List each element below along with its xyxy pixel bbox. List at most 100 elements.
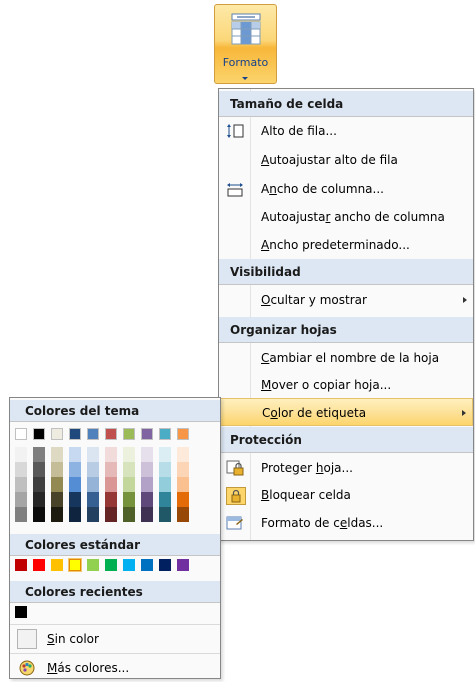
menu-item-autoajustar-alto[interactable]: Autoajustar alto de fila (219, 146, 473, 174)
shade-swatch[interactable] (141, 462, 153, 477)
shade-swatch[interactable] (123, 492, 135, 507)
shade-swatch[interactable] (159, 447, 171, 462)
menu-item-ancho-predeterminado[interactable]: Ancho predeterminado... (219, 231, 473, 259)
shade-swatch[interactable] (51, 462, 63, 477)
theme-color-swatch[interactable] (123, 428, 135, 440)
shade-swatch[interactable] (87, 477, 99, 492)
shade-swatch[interactable] (87, 462, 99, 477)
shade-swatch[interactable] (123, 462, 135, 477)
shade-swatch[interactable] (69, 462, 81, 477)
no-color-button[interactable]: Sin color (10, 625, 220, 653)
menu-item-ocultar-mostrar[interactable]: Ocultar y mostrar (219, 286, 473, 314)
shade-swatch[interactable] (123, 507, 135, 522)
shade-swatch[interactable] (177, 492, 189, 507)
shade-swatch[interactable] (177, 507, 189, 522)
menu-item-label: Bloquear celda (261, 488, 351, 502)
shade-swatch[interactable] (51, 447, 63, 462)
theme-color-swatch[interactable] (141, 428, 153, 440)
standard-color-swatch[interactable] (68, 558, 82, 572)
standard-color-swatch[interactable] (123, 559, 135, 571)
shade-swatch[interactable] (141, 492, 153, 507)
shade-swatch[interactable] (51, 492, 63, 507)
shade-swatch[interactable] (87, 492, 99, 507)
formato-button[interactable]: Formato (214, 4, 277, 84)
shade-column (87, 447, 99, 522)
shade-swatch[interactable] (123, 477, 135, 492)
menu-item-cambiar-nombre[interactable]: Cambiar el nombre de la hoja (219, 344, 473, 372)
shade-swatch[interactable] (15, 507, 27, 522)
shade-swatch[interactable] (15, 492, 27, 507)
theme-color-swatch[interactable] (69, 428, 81, 440)
color-palette-icon (19, 660, 35, 676)
shade-swatch[interactable] (159, 462, 171, 477)
recent-color-swatch[interactable] (15, 606, 27, 618)
shade-swatch[interactable] (33, 447, 45, 462)
shade-swatch[interactable] (15, 447, 27, 462)
standard-color-swatch[interactable] (15, 559, 27, 571)
section-header-visibilidad: Visibilidad (219, 259, 473, 285)
shade-swatch[interactable] (177, 462, 189, 477)
theme-color-swatch[interactable] (177, 428, 189, 440)
menu-item-alto-fila[interactable]: Alto de fila... (219, 117, 473, 145)
theme-shades-grid (15, 447, 189, 522)
shade-swatch[interactable] (33, 492, 45, 507)
standard-color-swatch[interactable] (87, 559, 99, 571)
column-width-icon (227, 183, 243, 197)
shade-swatch[interactable] (105, 492, 117, 507)
theme-color-swatch[interactable] (51, 428, 63, 440)
theme-color-swatch[interactable] (87, 428, 99, 440)
shade-swatch[interactable] (105, 477, 117, 492)
menu-item-proteger-hoja[interactable]: Proteger hoja... (219, 454, 473, 482)
theme-color-swatch[interactable] (33, 428, 45, 440)
more-colors-button[interactable]: Más colores... (10, 654, 220, 682)
shade-swatch[interactable] (87, 447, 99, 462)
shade-swatch[interactable] (159, 492, 171, 507)
shade-swatch[interactable] (69, 477, 81, 492)
standard-color-swatch[interactable] (141, 559, 153, 571)
shade-swatch[interactable] (177, 447, 189, 462)
shade-swatch[interactable] (105, 462, 117, 477)
menu-item-color-etiqueta[interactable]: Color de etiqueta (219, 398, 473, 426)
menu-item-ancho-columna[interactable]: Ancho de columna... (219, 175, 473, 203)
shade-column (15, 447, 27, 522)
section-header-tamano: Tamaño de celda (219, 91, 473, 117)
menu-item-autoajustar-ancho[interactable]: Autoajustar ancho de columna (219, 203, 473, 231)
theme-color-swatch[interactable] (159, 428, 171, 440)
standard-color-swatch[interactable] (51, 559, 63, 571)
theme-color-swatch[interactable] (105, 428, 117, 440)
shade-swatch[interactable] (69, 447, 81, 462)
shade-column (105, 447, 117, 522)
menu-item-mover-copiar[interactable]: Mover o copiar hoja... (219, 371, 473, 399)
shade-swatch[interactable] (87, 507, 99, 522)
standard-color-swatch[interactable] (33, 559, 45, 571)
no-color-swatch-icon (17, 629, 37, 649)
theme-color-swatch[interactable] (15, 428, 27, 440)
shade-swatch[interactable] (51, 507, 63, 522)
shade-swatch[interactable] (177, 477, 189, 492)
standard-color-swatch[interactable] (159, 559, 171, 571)
shade-column (69, 447, 81, 522)
standard-color-swatch[interactable] (105, 559, 117, 571)
menu-item-formato-celdas[interactable]: Formato de celdas... (219, 509, 473, 537)
shade-swatch[interactable] (33, 462, 45, 477)
format-cells-dialog-icon (226, 516, 243, 530)
shade-swatch[interactable] (105, 507, 117, 522)
shade-swatch[interactable] (33, 477, 45, 492)
menu-item-bloquear-celda[interactable]: Bloquear celda (219, 481, 473, 509)
formato-label: Formato (222, 56, 269, 69)
shade-swatch[interactable] (123, 447, 135, 462)
shade-swatch[interactable] (15, 462, 27, 477)
shade-swatch[interactable] (141, 477, 153, 492)
shade-swatch[interactable] (159, 507, 171, 522)
shade-swatch[interactable] (159, 477, 171, 492)
shade-swatch[interactable] (141, 447, 153, 462)
shade-swatch[interactable] (69, 492, 81, 507)
standard-color-swatch[interactable] (177, 559, 189, 571)
shade-swatch[interactable] (141, 507, 153, 522)
shade-swatch[interactable] (51, 477, 63, 492)
shade-swatch[interactable] (105, 447, 117, 462)
shade-swatch[interactable] (33, 507, 45, 522)
shade-column (123, 447, 135, 522)
shade-swatch[interactable] (15, 477, 27, 492)
shade-swatch[interactable] (69, 507, 81, 522)
